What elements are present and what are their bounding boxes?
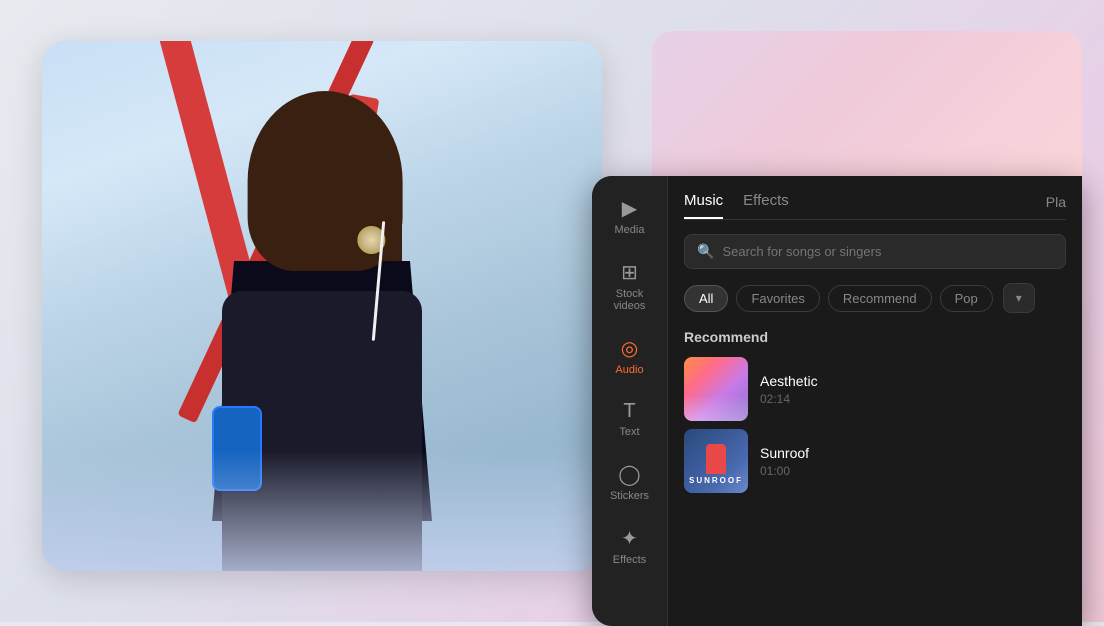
music-title-aesthetic: Aesthetic [760,373,818,389]
thumbnail-aesthetic [684,357,748,421]
stickers-icon: ◯ [618,462,640,487]
pill-recommend[interactable]: Recommend [828,285,932,312]
pill-pop[interactable]: Pop [940,285,993,312]
sidebar-item-stickers[interactable]: ◯ Stickers [596,452,664,512]
dark-panel: ▶ Media ⊞ Stockvideos ◎ Audio T Text ◯ S… [592,176,1082,626]
thumbnail-sunroof: SUNROOF [684,429,748,493]
music-duration-sunroof: 01:00 [760,464,809,478]
sidebar: ▶ Media ⊞ Stockvideos ◎ Audio T Text ◯ S… [592,176,668,626]
music-title-sunroof: Sunroof [760,445,809,461]
chevron-down-icon: ▾ [1016,291,1022,305]
effects-icon: ✦ [621,526,638,551]
thumb-sunroof-bg: SUNROOF [684,429,748,493]
photo-bottom-gradient [42,451,602,571]
sidebar-item-audio[interactable]: ◎ Audio [596,326,664,386]
pill-all[interactable]: All [684,285,728,312]
music-duration-aesthetic: 02:14 [760,392,818,406]
main-container: ▶ Media ⊞ Stockvideos ◎ Audio T Text ◯ S… [22,21,1082,601]
thumb-aesthetic-clouds [684,395,748,421]
thumb-sunroof-figure [706,444,726,474]
photo-card [42,41,602,571]
thumb-sunroof-text: SUNROOF [689,476,743,493]
sidebar-item-text[interactable]: T Text [596,390,664,448]
search-input[interactable] [722,244,1053,259]
thumb-aesthetic-bg [684,357,748,421]
audio-icon: ◎ [621,336,638,361]
pill-favorites[interactable]: Favorites [736,285,819,312]
main-content: Music Effects Pla 🔍 All Favorites Recomm… [668,176,1082,626]
filter-pills: All Favorites Recommend Pop ▾ [684,283,1066,313]
filter-dropdown-button[interactable]: ▾ [1003,283,1035,313]
music-item-aesthetic[interactable]: Aesthetic 02:14 [684,357,1066,421]
music-item-sunroof[interactable]: SUNROOF Sunroof 01:00 [684,429,1066,493]
sidebar-item-media[interactable]: ▶ Media [596,186,664,246]
sidebar-item-effects[interactable]: ✦ Effects [596,516,664,576]
recommend-section-title: Recommend [684,329,1066,345]
media-icon: ▶ [622,196,637,221]
music-info-aesthetic: Aesthetic 02:14 [760,373,818,406]
music-list: Aesthetic 02:14 SUNROOF Sunroof 01:00 [684,357,1066,493]
search-icon: 🔍 [697,243,714,260]
stock-videos-icon: ⊞ [621,260,638,285]
sidebar-item-stock-videos[interactable]: ⊞ Stockvideos [596,250,664,322]
music-info-sunroof: Sunroof 01:00 [760,445,809,478]
photo-background [42,41,602,571]
tab-music[interactable]: Music [684,192,723,219]
tab-effects[interactable]: Effects [743,192,789,219]
tab-extra[interactable]: Pla [1046,194,1066,218]
search-bar[interactable]: 🔍 [684,234,1066,269]
tabs-row: Music Effects Pla [684,192,1066,220]
text-icon: T [623,400,635,423]
